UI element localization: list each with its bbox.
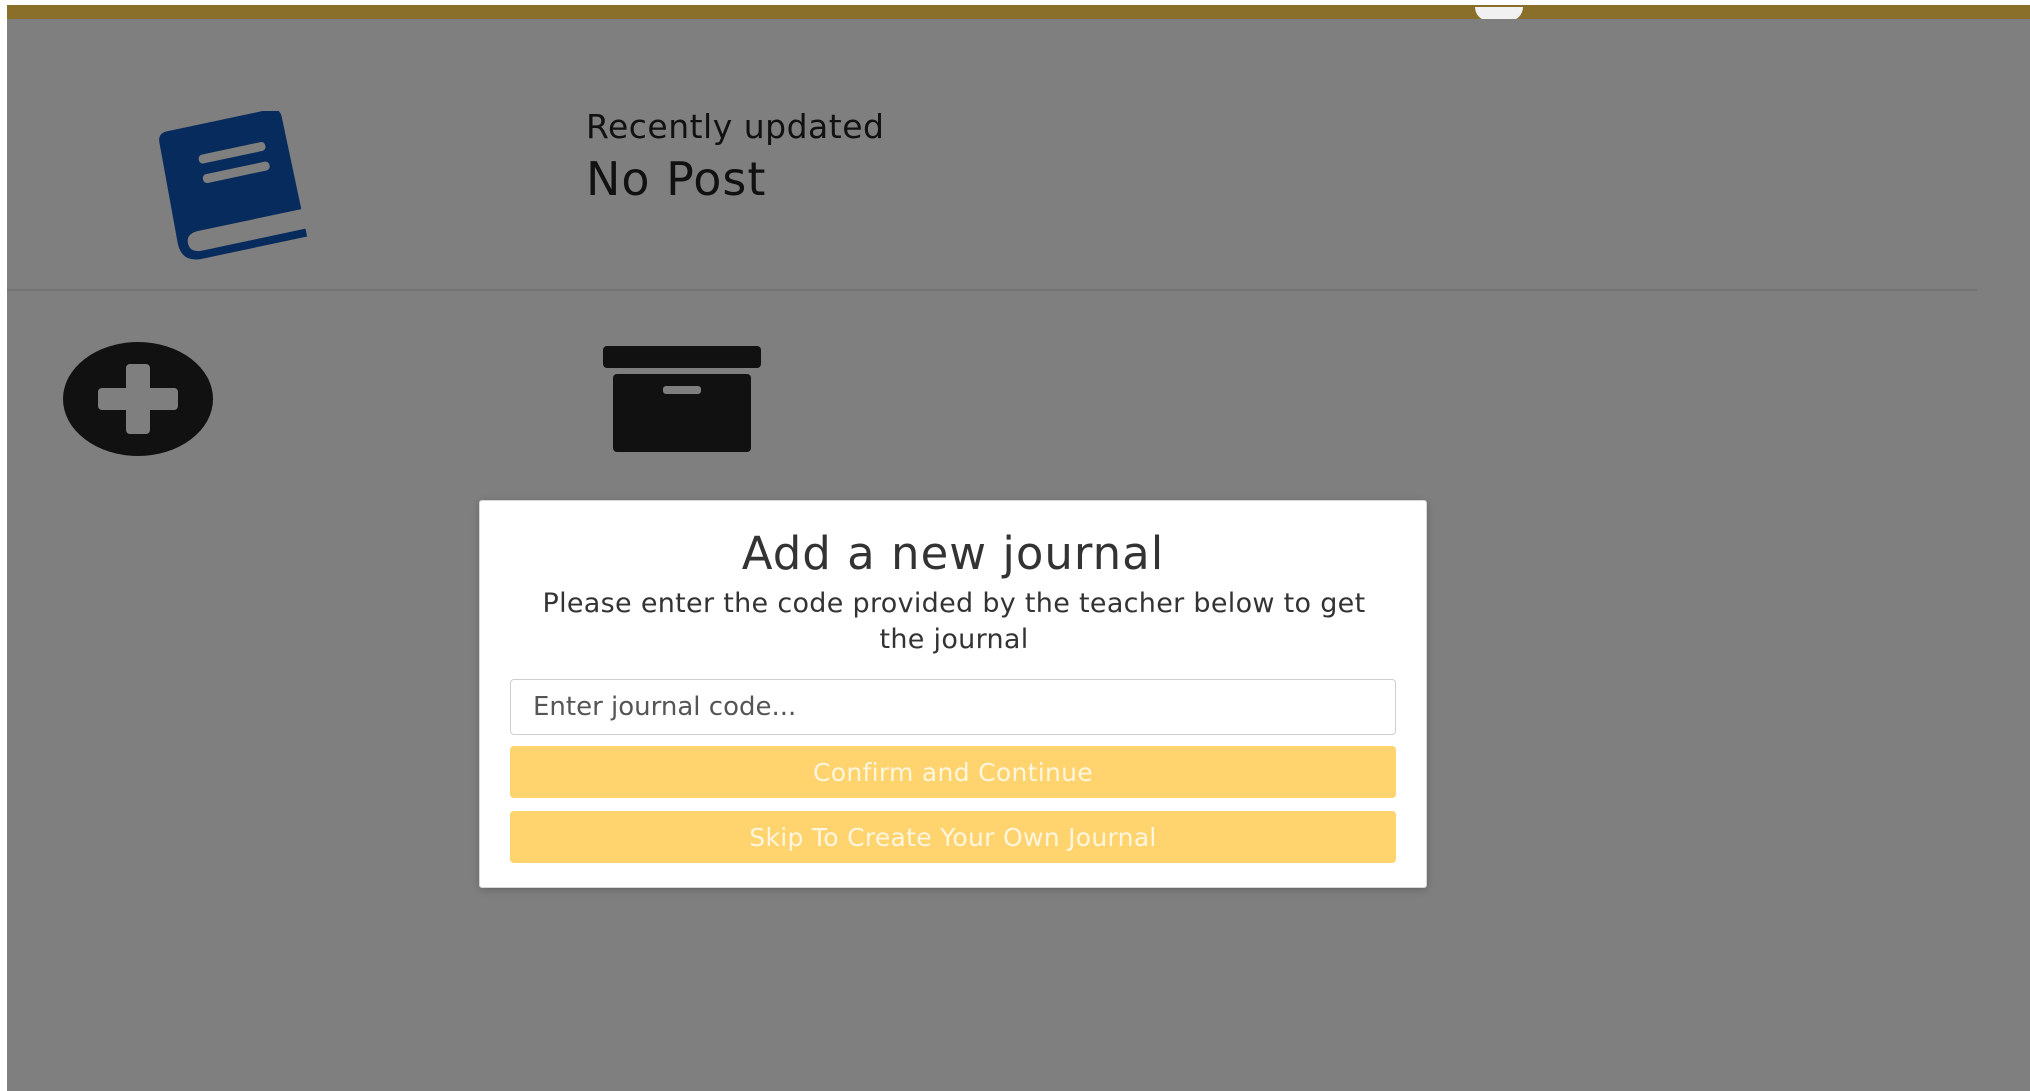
modal-title: Add a new journal bbox=[741, 527, 1165, 580]
journal-code-input[interactable] bbox=[510, 679, 1396, 735]
modal-subtitle: Please enter the code provided by the te… bbox=[542, 588, 1366, 655]
skip-create-journal-button[interactable]: Skip To Create Your Own Journal bbox=[510, 811, 1396, 863]
top-accent-bar bbox=[7, 5, 2030, 21]
page: Recently updated No Post Add a new journ… bbox=[7, 0, 2030, 1091]
add-journal-modal: Add a new journal Please enter the code … bbox=[479, 500, 1427, 888]
confirm-continue-button[interactable]: Confirm and Continue bbox=[510, 746, 1396, 798]
